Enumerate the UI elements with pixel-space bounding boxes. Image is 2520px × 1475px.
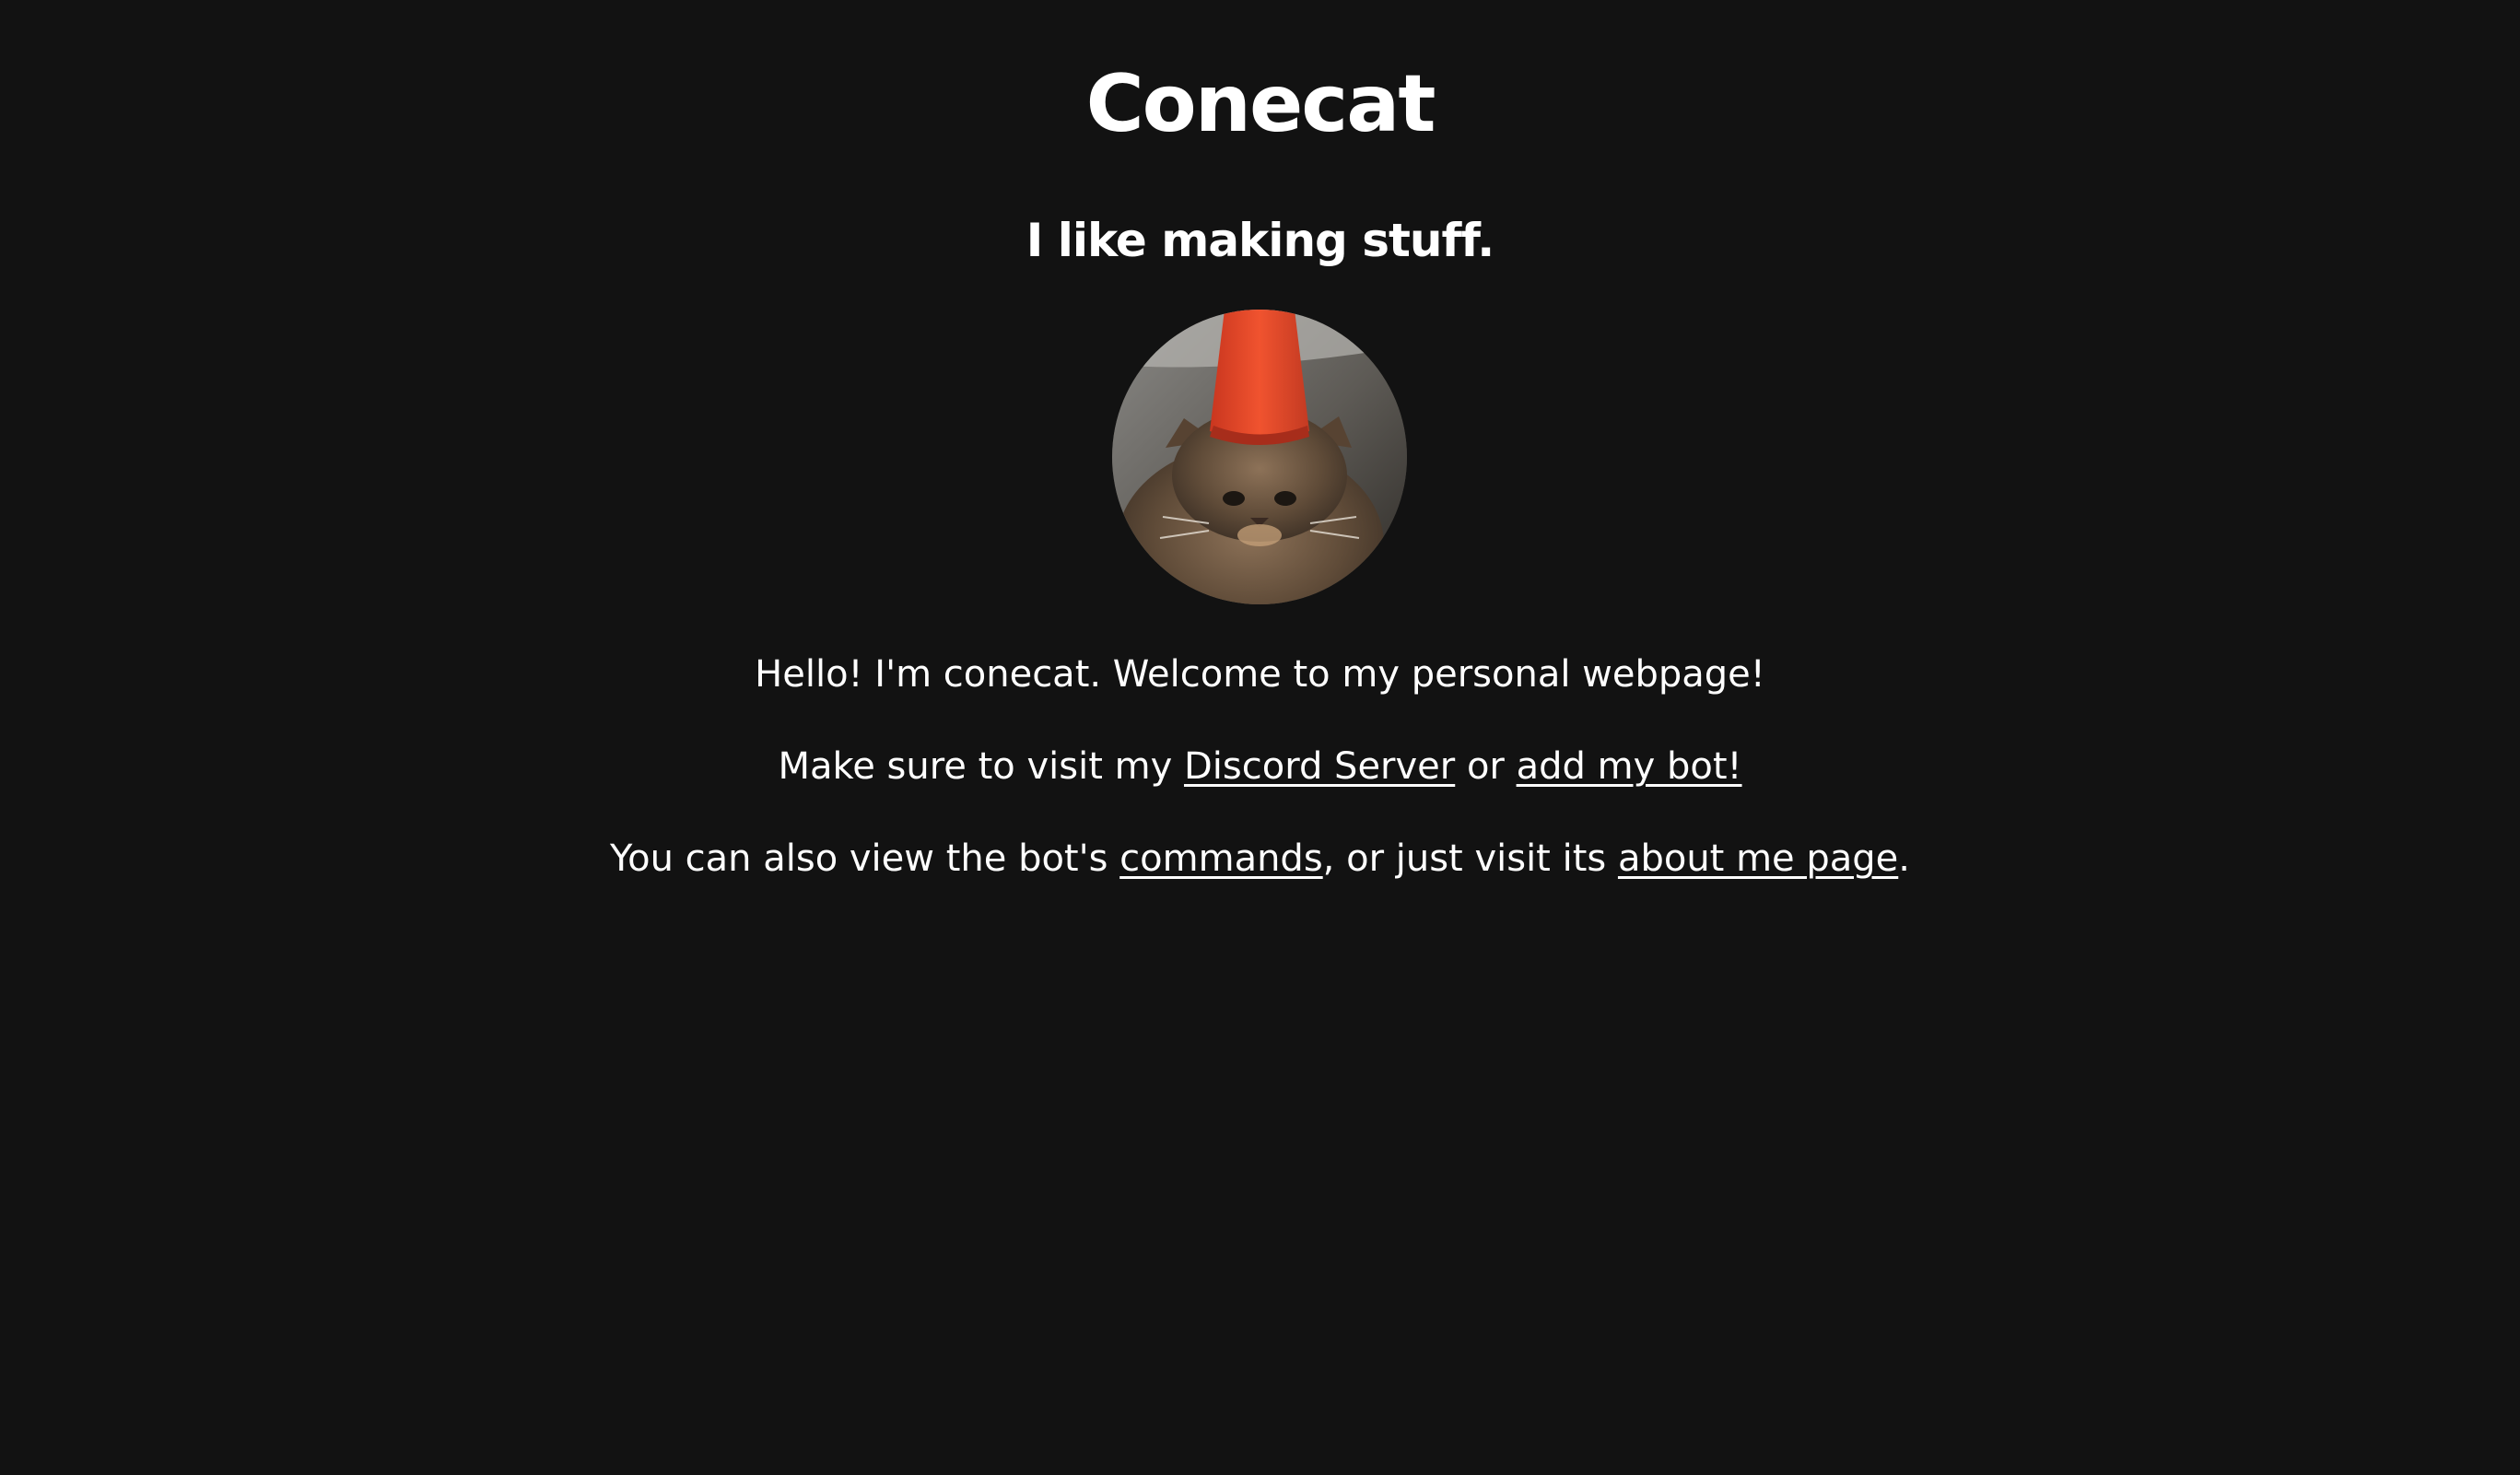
welcome-text: Hello! I'm conecat. Welcome to my person…: [755, 653, 1765, 696]
commands-middle-text: , or just visit its: [1322, 837, 1618, 880]
discord-server-link[interactable]: Discord Server: [1184, 745, 1455, 788]
commands-suffix-text: .: [1898, 837, 1910, 880]
site-title: Conecat: [1085, 58, 1436, 150]
commands-prefix-text: You can also view the bot's: [610, 837, 1120, 880]
tagline: I like making stuff.: [1026, 214, 1495, 267]
avatar: [1112, 310, 1407, 604]
visit-prefix-text: Make sure to visit my: [778, 745, 1184, 788]
cat-cone-avatar-icon: [1112, 310, 1407, 604]
bot-links-sentence: You can also view the bot's commands, or…: [0, 833, 2520, 884]
visit-links-sentence: Make sure to visit my Discord Server or …: [0, 741, 2520, 792]
home-page: Conecat I like making stuff. Hello! I'm …: [0, 0, 2520, 1475]
visit-middle-text: or: [1455, 745, 1517, 788]
commands-link[interactable]: commands: [1119, 837, 1323, 880]
add-bot-link[interactable]: add my bot!: [1517, 745, 1742, 788]
about-me-page-link[interactable]: about me page: [1618, 837, 1898, 880]
